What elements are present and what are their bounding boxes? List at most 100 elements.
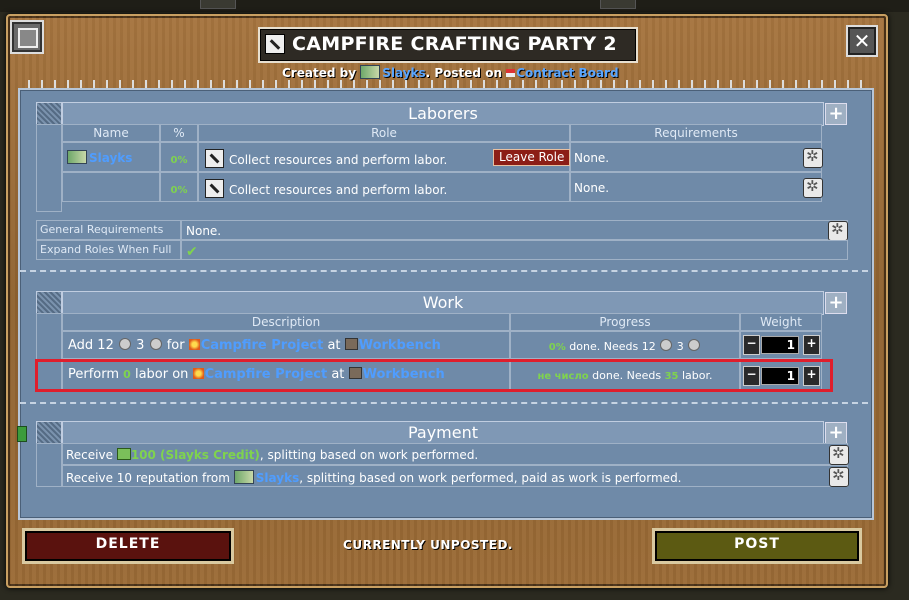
board-link[interactable]: Contract Board <box>516 66 618 80</box>
settings-gear-icon[interactable] <box>803 147 823 168</box>
payment-gutter <box>36 443 62 487</box>
payment-gear-icon[interactable] <box>829 466 849 487</box>
laborer-name-cell[interactable] <box>62 172 160 202</box>
col-name: Name <box>62 124 160 142</box>
general-requirements-gear-icon[interactable] <box>828 220 848 241</box>
general-requirements-label: General Requirements <box>36 220 181 240</box>
payment-gear-icon[interactable] <box>829 444 849 465</box>
section-title: Payment <box>62 421 824 445</box>
laborer-name-link[interactable]: Slayks <box>89 151 132 165</box>
laborer-name-cell: Slayks <box>62 142 160 172</box>
role-cell: Collect resources and perform labor. Lea… <box>198 142 571 172</box>
background-tab <box>200 0 236 9</box>
grip-handle[interactable] <box>36 102 62 126</box>
page-title: CAMPFIRE CRAFTING PARTY 2 <box>292 33 617 55</box>
avatar-icon <box>360 65 381 79</box>
laborer-percent: 0% <box>170 185 188 196</box>
requirements-text: None. <box>574 151 610 165</box>
col-description: Description <box>62 313 510 331</box>
resource-icon <box>118 338 131 350</box>
add-laborer-button[interactable]: + <box>825 103 847 125</box>
subtitle: Created by Slayks. Posted on Contract Bo… <box>282 65 619 80</box>
credit-amount: 100 (Slayks Credit) <box>130 448 260 462</box>
work-description-cell: Add 12 3 for Campfire Project at Workben… <box>62 331 510 359</box>
post-button[interactable]: POST <box>652 528 862 564</box>
grip-handle[interactable] <box>36 291 62 315</box>
work-desc-for: for <box>166 338 185 353</box>
work-header: Work + <box>36 291 848 315</box>
progress-qty2: 3 <box>676 340 684 353</box>
title-bar: CAMPFIRE CRAFTING PARTY 2 <box>258 27 638 63</box>
progress-text: done. Needs 12 <box>569 340 656 353</box>
weight-decrease-button[interactable]: − <box>743 335 760 355</box>
close-button[interactable]: ✕ <box>846 25 878 57</box>
payment-prefix: Receive <box>66 448 113 462</box>
delete-button[interactable]: DELETE <box>22 528 234 564</box>
role-text: Collect resources and perform labor. <box>229 183 448 197</box>
payment-section: Payment + Receive 100 (Slayks Credit), s… <box>36 421 849 491</box>
work-desc-qty2: 3 <box>136 338 145 353</box>
laborers-gutter <box>36 124 62 212</box>
laborer-pct-cell: 0% <box>160 172 198 202</box>
money-bag-icon <box>17 426 27 442</box>
section-divider <box>20 270 868 272</box>
background-top-strip <box>0 0 909 12</box>
role-text: Collect resources and perform labor. <box>229 153 448 167</box>
col-role: Role <box>198 124 570 142</box>
status-text: CURRENTLY UNPOSTED. <box>343 538 513 552</box>
weight-input[interactable]: 1 <box>761 336 799 354</box>
progress-percent: 0% <box>548 342 566 353</box>
leave-role-button[interactable]: Leave Role <box>493 149 571 166</box>
avatar-icon <box>233 470 254 484</box>
resource-icon <box>149 338 162 350</box>
grip-handle[interactable] <box>36 421 62 445</box>
requirements-cell: None. <box>570 172 823 202</box>
payment-row: Receive 100 (Slayks Credit), splitting b… <box>62 443 849 465</box>
labor-tool-icon <box>205 179 224 198</box>
campfire-icon <box>188 339 200 350</box>
general-requirements-text: None. <box>186 224 222 238</box>
requirements-cell: None. <box>570 142 823 172</box>
expand-roles-label: Expand Roles When Full <box>36 240 181 260</box>
resource-icon <box>660 339 673 351</box>
expand-roles-value[interactable]: ✔ <box>181 240 848 260</box>
laborers-section: Laborers + Name % Role Requirements Slay… <box>36 102 848 212</box>
settings-gear-icon[interactable] <box>803 177 823 198</box>
weight-increase-button[interactable]: + <box>803 335 820 355</box>
highlight-box <box>35 359 833 392</box>
payment-prefix: Receive 10 reputation from <box>66 471 230 485</box>
payment-suffix: , splitting based on work performed. <box>259 448 479 462</box>
checkmark-icon: ✔ <box>186 244 198 260</box>
col-requirements: Requirements <box>570 124 822 142</box>
laborer-percent: 0% <box>170 155 188 166</box>
avatar-icon <box>67 150 87 164</box>
window-menu-icon[interactable] <box>10 20 44 54</box>
payment-row: Receive 10 reputation from Slayks, split… <box>62 465 849 487</box>
contract-paper: Laborers + Name % Role Requirements Slay… <box>18 88 874 520</box>
col-progress: Progress <box>510 313 740 331</box>
payment-suffix: , splitting based on work performed, pai… <box>299 471 682 485</box>
creator-link[interactable]: Slayks <box>382 66 425 80</box>
created-by-label: Created by <box>282 66 357 80</box>
add-work-button[interactable]: + <box>825 292 847 314</box>
contract-icon <box>265 34 285 54</box>
workbench-icon <box>344 338 358 350</box>
role-cell: Collect resources and perform labor. <box>198 172 570 202</box>
general-requirements-value: None. <box>181 220 848 240</box>
station-link[interactable]: Workbench <box>359 338 441 353</box>
work-desc-prefix: Add 12 <box>68 338 114 353</box>
laborers-header: Laborers + <box>36 102 848 126</box>
work-desc-at: at <box>327 338 341 353</box>
close-icon: ✕ <box>853 29 871 53</box>
reputation-source-link[interactable]: Slayks <box>256 471 299 485</box>
work-weight-cell: − 1 + <box>740 331 822 359</box>
requirements-text: None. <box>574 181 610 195</box>
project-link[interactable]: Campfire Project <box>201 338 324 353</box>
credit-icon <box>116 448 131 460</box>
add-payment-button[interactable]: + <box>825 422 847 444</box>
posted-on-label: . Posted on <box>425 66 502 80</box>
resource-icon <box>688 339 701 351</box>
laborer-pct-cell: 0% <box>160 142 198 172</box>
section-title: Laborers <box>62 102 824 126</box>
col-weight: Weight <box>740 313 822 331</box>
